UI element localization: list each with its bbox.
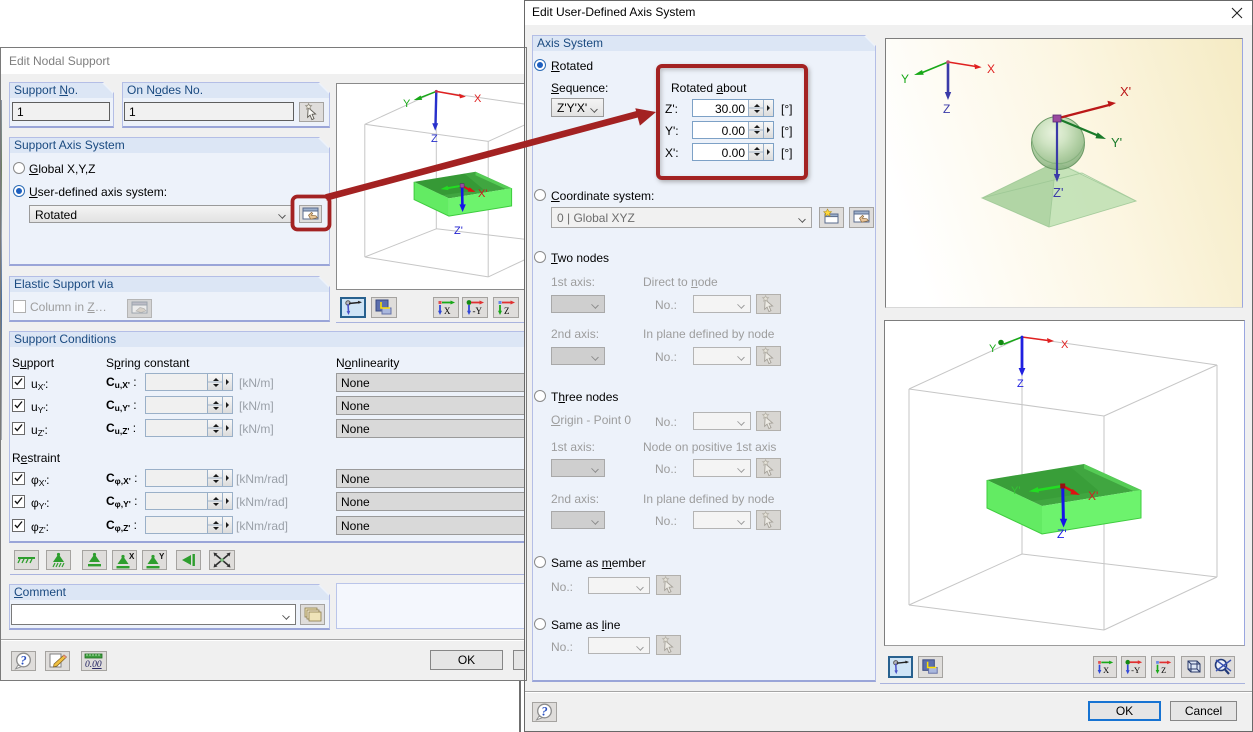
svg-text:Z': Z' [1057, 527, 1067, 541]
svg-text:?: ? [541, 705, 547, 719]
svg-text:X: X [474, 93, 482, 105]
svg-text:X: X [1103, 666, 1109, 675]
svg-text:Z: Z [504, 306, 510, 316]
svg-text:X': X' [478, 188, 487, 200]
svg-text:X: X [129, 552, 135, 561]
svg-text:Y: Y [403, 98, 411, 110]
svg-text:-Y: -Y [1131, 665, 1140, 675]
svg-text:Y: Y [159, 552, 165, 561]
svg-text:Z': Z' [1053, 185, 1063, 200]
svg-text:X: X [1061, 339, 1069, 351]
svg-text:Y': Y' [1111, 135, 1122, 150]
svg-text:Z: Z [431, 133, 438, 145]
svg-text:0.00: 0.00 [85, 660, 102, 670]
svg-text:Y': Y' [1011, 485, 1020, 497]
svg-text:Z: Z [943, 102, 950, 116]
svg-text:-Y: -Y [473, 306, 483, 316]
svg-text:Y: Y [901, 72, 909, 86]
svg-text:Z: Z [1017, 378, 1024, 390]
svg-text:X': X' [1088, 489, 1098, 503]
svg-text:?: ? [20, 654, 26, 668]
svg-text:Z: Z [1161, 666, 1166, 675]
svg-text:Z': Z' [454, 225, 463, 237]
svg-text:X: X [444, 306, 451, 316]
svg-text:X': X' [1120, 84, 1131, 99]
svg-text:X: X [987, 62, 995, 76]
svg-text:Y: Y [989, 343, 997, 355]
